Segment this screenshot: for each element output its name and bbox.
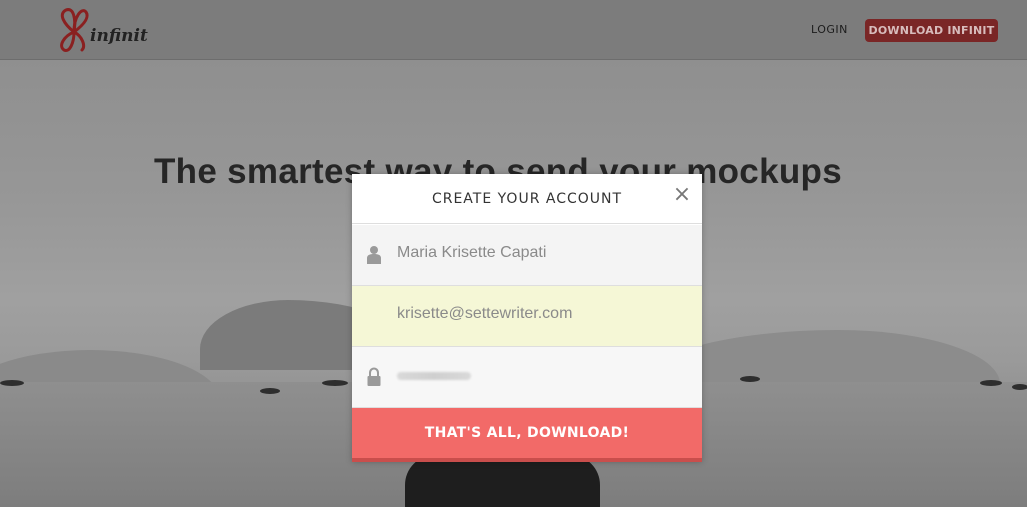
shrub [322,380,348,386]
shrub [980,380,1002,386]
name-value[interactable]: Maria Krisette Capati [397,244,546,262]
password-field[interactable] [352,347,702,408]
guitar-silhouette [405,455,600,507]
create-account-modal: CREATE YOUR ACCOUNT × Maria Krisette Cap… [352,174,702,462]
close-icon[interactable]: × [670,183,694,207]
lock-icon [367,367,381,386]
download-infinit-button[interactable]: DOWNLOAD INFINIT [865,19,998,42]
name-field[interactable]: Maria Krisette Capati [352,225,702,286]
modal-title: CREATE YOUR ACCOUNT [352,174,702,224]
shrub [740,376,760,382]
login-link[interactable]: LOGIN [811,23,848,36]
logo-wordmark[interactable]: infinit [90,26,148,46]
user-icon [367,246,381,264]
shrub [0,380,24,386]
shrub [260,388,280,394]
site-header: infinit LOGIN DOWNLOAD INFINIT [0,0,1027,60]
shrub [1012,384,1027,390]
email-value[interactable]: krisette@settewriter.com [397,305,572,323]
email-field[interactable]: krisette@settewriter.com [352,286,702,347]
password-mask[interactable] [397,372,471,380]
submit-download-button[interactable]: THAT'S ALL, DOWNLOAD! [352,408,702,462]
